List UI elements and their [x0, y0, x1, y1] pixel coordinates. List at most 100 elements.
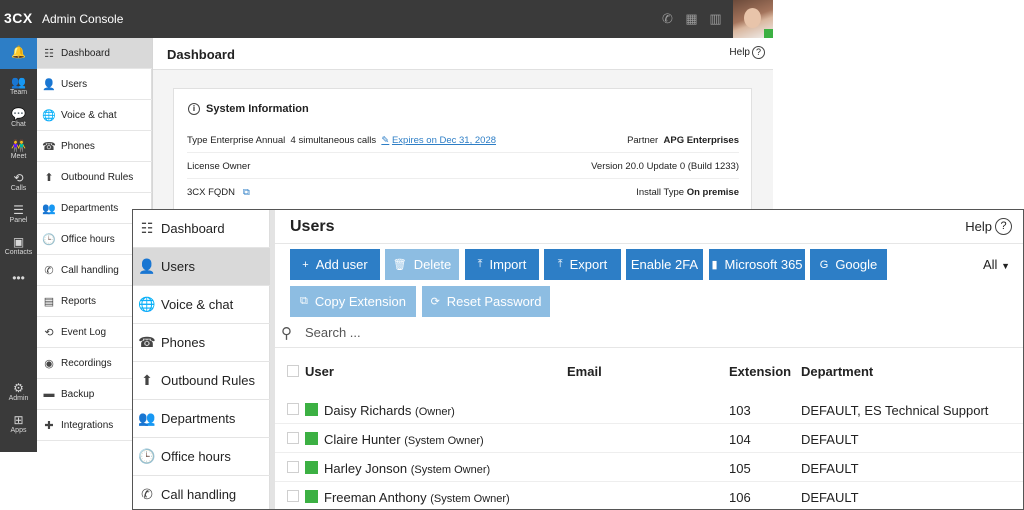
column-department[interactable]: Department [801, 364, 873, 379]
expires-link[interactable]: Expires on Dec 31, 2028 [392, 135, 496, 146]
sidebar-item-dashboard[interactable]: ☷ Dashboard [133, 210, 270, 248]
phones-icon: ☎ [42, 140, 56, 153]
avatar[interactable] [733, 0, 773, 38]
user-role: (System Owner) [430, 493, 510, 505]
sidebar-item-label: Event Log [61, 326, 107, 338]
button-label: Export [569, 257, 608, 272]
sidebar-item-voice-chat[interactable]: 🌐 Voice & chat [37, 100, 152, 131]
export-button[interactable]: ⤒ Export [544, 249, 621, 280]
app-title: Admin Console [42, 12, 124, 26]
install-type-label: Install Type [636, 187, 685, 198]
rail-label: Team [9, 89, 28, 96]
sidebar-item-label: Backup [61, 388, 95, 400]
help-link[interactable]: Help [729, 47, 750, 58]
department-cell: DEFAULT [801, 461, 859, 476]
phone-icon[interactable]: ✆ [660, 11, 675, 27]
sidebar-item-outbound-rules[interactable]: ⬆ Outbound Rules [133, 362, 270, 400]
button-label: Microsoft 365 [724, 257, 803, 272]
user-name-cell: Freeman Anthony (System Owner) [324, 490, 510, 505]
sidebar-item-voice-chat[interactable]: 🌐 Voice & chat [133, 286, 270, 324]
sidebar-item-users[interactable]: 👤 Users [133, 248, 270, 286]
export-icon: ⤒ [557, 258, 563, 270]
rail-apps[interactable]: ⊞ Apps [0, 410, 37, 440]
recordings-icon: ◉ [44, 357, 54, 370]
row-checkbox[interactable] [287, 432, 299, 444]
copy-icon[interactable]: ⧉ [243, 187, 250, 198]
install-type-value: On premise [686, 187, 739, 198]
type-label: Type [187, 135, 208, 146]
search-input[interactable] [305, 325, 605, 340]
table-header: User Email Extension Department [275, 360, 1023, 384]
table-row[interactable]: Harley Jonson (System Owner) 105 DEFAULT [275, 454, 1023, 482]
select-all-checkbox[interactable] [287, 365, 299, 377]
rail-notifications[interactable]: 🔔 [0, 38, 37, 69]
rail-label: Meet [10, 153, 27, 160]
users-main: Users Help ? + Add user 🗑 Delete ⤒ Import ⤒ Exp… [275, 210, 1023, 509]
add-user-button[interactable]: + Add user [290, 249, 380, 280]
rail-panel[interactable]: ☰ Panel [0, 200, 37, 230]
calls-value: 4 simultaneous calls [290, 135, 377, 146]
row-checkbox[interactable] [287, 490, 299, 502]
online-status-icon [305, 432, 318, 445]
apps-icon: ⊞ [13, 413, 24, 427]
rail-chat[interactable]: 💬 Chat [0, 104, 37, 134]
rail-team[interactable]: 👥 Team [0, 72, 37, 102]
enable-2fa-button[interactable]: Enable 2FA [626, 249, 703, 280]
sidebar-item-office-hours[interactable]: 🕒 Office hours [133, 438, 270, 476]
table-row[interactable]: Freeman Anthony (System Owner) 106 DEFAULT [275, 483, 1023, 509]
sidebar-item-label: Reports [61, 295, 97, 307]
sidebar-item-label: Departments [61, 202, 119, 214]
sidebar-item-label: Phones [161, 335, 206, 350]
reports-icon: ▤ [43, 295, 55, 308]
microsoft-365-button[interactable]: ▮ Microsoft 365 [709, 249, 805, 280]
history-icon: ⟲ [13, 171, 24, 185]
sidebar-item-dashboard[interactable]: ☷ Dashboard [37, 38, 152, 69]
qr-code-icon[interactable]: ▦ [684, 11, 699, 27]
google-button[interactable]: G Google [810, 249, 887, 280]
filter-value: All [983, 257, 998, 272]
row-checkbox[interactable] [287, 461, 299, 473]
filter-dropdown[interactable]: All ▼ [983, 257, 1010, 272]
app-logo[interactable]: 3CX [4, 10, 33, 26]
sidebar-item-departments[interactable]: 👥 Departments [133, 400, 270, 438]
sidebar-item-label: Call handling [61, 264, 119, 276]
delete-button[interactable]: 🗑 Delete [385, 249, 459, 280]
help-link[interactable]: Help [965, 219, 992, 234]
globe-icon: 🌐 [42, 109, 56, 122]
sidebar-item-users[interactable]: 👤 Users [37, 69, 152, 100]
app-rail: 🔔 👥 Team 💬 Chat 👫 Meet ⟲ Calls ☰ Panel ▣ Contacts •••… [0, 38, 37, 452]
rail-contacts[interactable]: ▣ Contacts [0, 232, 37, 262]
column-user[interactable]: User [305, 364, 334, 379]
rail-admin[interactable]: ⚙ Admin [0, 378, 37, 408]
help-icon[interactable]: ? [995, 218, 1012, 235]
sidebar-item-outbound-rules[interactable]: ⬆ Outbound Rules [37, 162, 152, 193]
sidebar-item-phones[interactable]: ☎ Phones [133, 324, 270, 362]
meet-icon: 👫 [11, 139, 26, 153]
rail-meet[interactable]: 👫 Meet [0, 136, 37, 166]
book-icon[interactable]: ▥ [708, 11, 723, 27]
import-button[interactable]: ⤒ Import [465, 249, 539, 280]
help-icon[interactable]: ? [752, 46, 765, 59]
copy-icon: ⧉ [300, 295, 308, 307]
system-information-panel: i System Information Type Enterprise Ann… [173, 88, 752, 218]
rail-label: Panel [9, 217, 28, 224]
sidebar-item-phones[interactable]: ☎ Phones [37, 131, 152, 162]
phone-icon: ✆ [44, 264, 54, 277]
reset-password-button[interactable]: ⟳ Reset Password [422, 286, 550, 317]
office-icon: ▮ [711, 259, 718, 271]
pencil-icon[interactable]: ✎ [381, 135, 389, 146]
import-icon: ⤒ [477, 258, 483, 270]
copy-extension-button[interactable]: ⧉ Copy Extension [290, 286, 416, 317]
rail-label: Contacts [4, 249, 33, 256]
rail-calls[interactable]: ⟲ Calls [0, 168, 37, 198]
rail-label: Chat [11, 121, 26, 128]
table-row[interactable]: Claire Hunter (System Owner) 104 DEFAULT [275, 425, 1023, 453]
history-icon: ⟲ [44, 326, 54, 339]
column-email[interactable]: Email [567, 364, 602, 379]
row-checkbox[interactable] [287, 403, 299, 415]
sidebar-item-call-handling[interactable]: ✆ Call handling [133, 476, 270, 509]
rail-more[interactable]: ••• [0, 264, 37, 294]
sidebar-item-label: Integrations [61, 419, 114, 431]
table-row[interactable]: Daisy Richards (Owner) 103 DEFAULT, ES Tec… [275, 396, 1023, 424]
column-extension[interactable]: Extension [729, 364, 791, 379]
